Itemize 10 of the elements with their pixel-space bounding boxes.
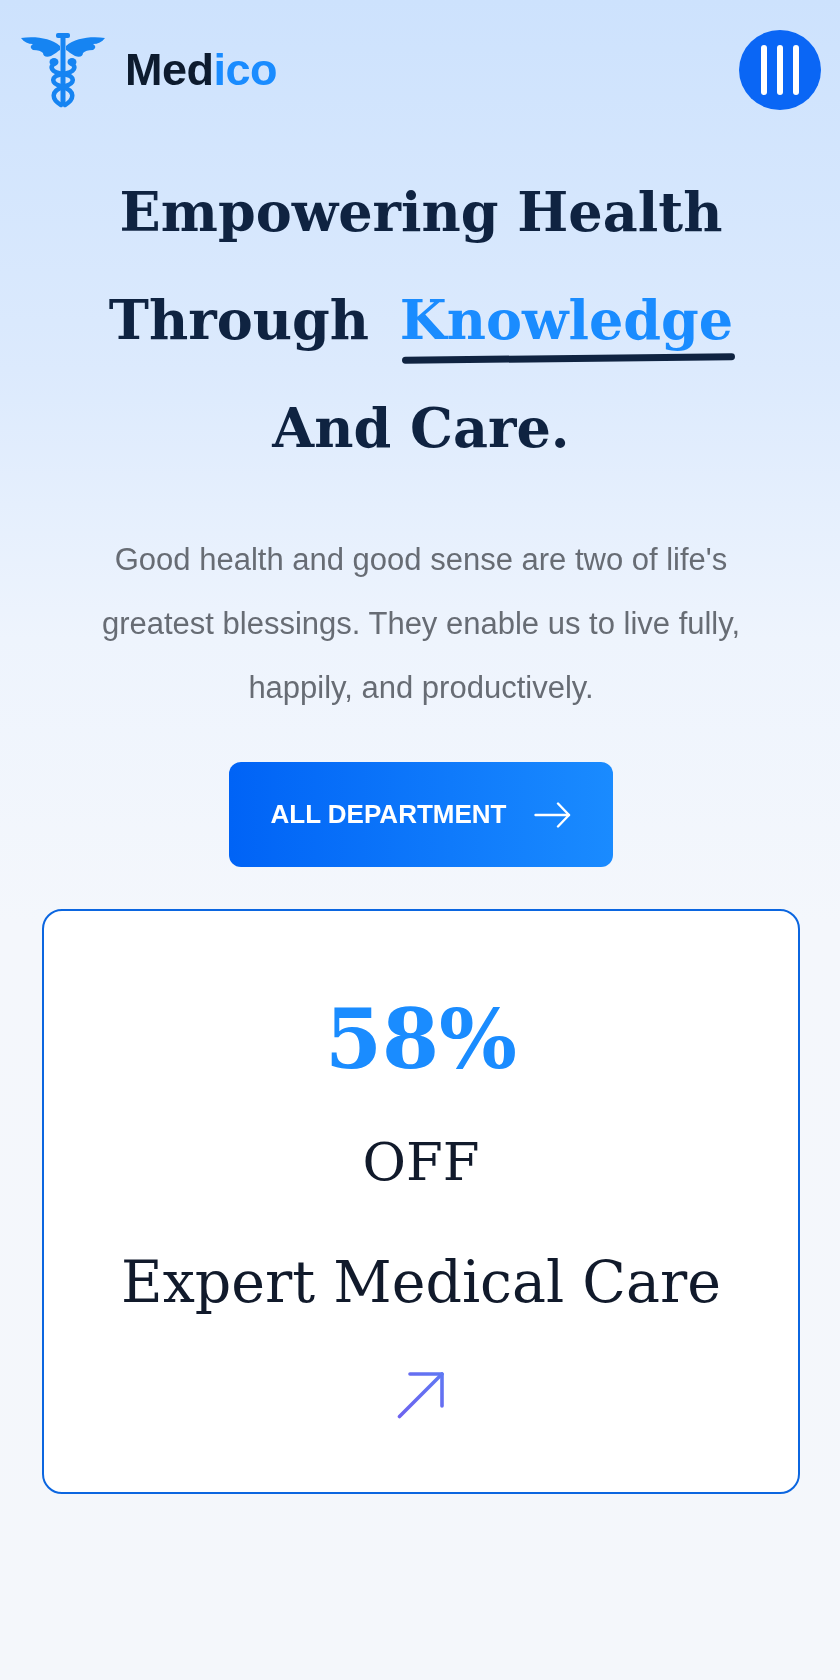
headline: Empowering Health Through Knowledge And Care. bbox=[107, 179, 735, 462]
hero-description: Good health and good sense are two of life's greatest blessings. They enable us to live fully, happily, and productively. bbox=[100, 541, 742, 707]
arrow-right-icon bbox=[534, 801, 572, 828]
card-title: Expert Medical Care bbox=[121, 1248, 721, 1317]
discount-value: 58% bbox=[325, 990, 517, 1089]
department-button[interactable]: ALL DEPARTMENT bbox=[229, 762, 613, 867]
logo-text: Medico bbox=[125, 44, 278, 96]
off-label: OFF bbox=[362, 1130, 480, 1194]
menu-icon bbox=[759, 45, 801, 95]
caduceus-icon bbox=[21, 32, 105, 108]
